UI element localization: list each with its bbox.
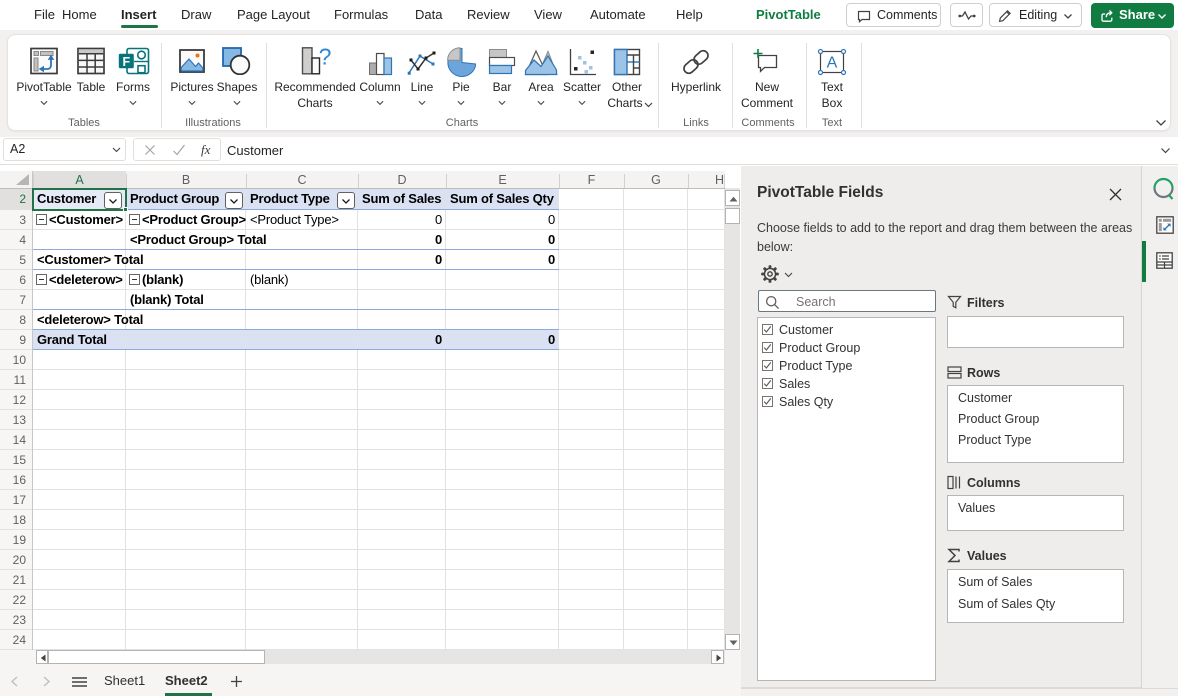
svg-text:A: A bbox=[827, 55, 838, 72]
svg-text:F: F bbox=[122, 55, 130, 69]
svg-text:?: ? bbox=[319, 47, 332, 70]
